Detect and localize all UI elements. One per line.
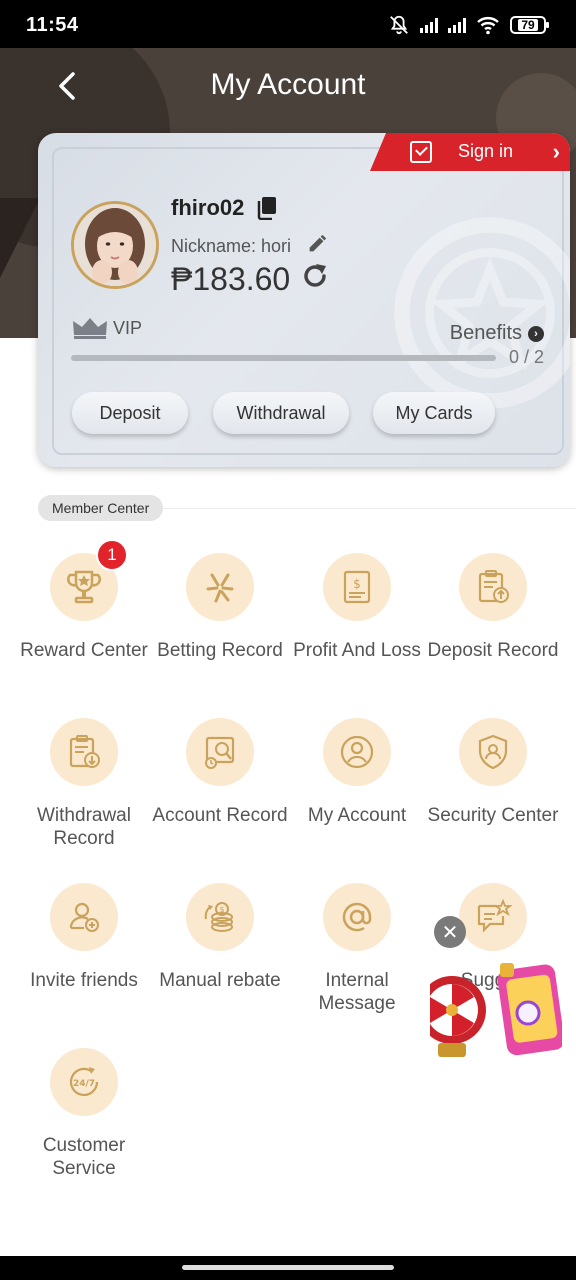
sign-in-button[interactable]: Sign in › xyxy=(370,133,570,171)
at-icon xyxy=(342,902,372,932)
sign-in-label: Sign in xyxy=(458,141,514,161)
customer-service-item[interactable]: 24/7 Customer Service xyxy=(14,1048,154,1180)
betting-record-item[interactable]: Betting Record xyxy=(150,553,290,662)
withdrawal-record-label: Withdrawal Record xyxy=(37,805,131,849)
status-bar: 11:54 79 xyxy=(0,0,576,48)
crown-icon xyxy=(73,318,107,339)
account-record-item[interactable]: Account Record xyxy=(150,718,290,827)
balance-amount: ₱183.60 xyxy=(171,261,291,297)
notification-badge: 1 xyxy=(96,539,128,571)
profit-and-loss-label: Profit And Loss xyxy=(293,640,421,661)
internal-message-label: Internal Message xyxy=(318,970,396,1014)
nickname: Nickname: hori xyxy=(171,236,292,256)
chevron-right-circle-icon: › xyxy=(528,325,544,342)
system-nav-bar xyxy=(0,1256,576,1280)
deposit-button[interactable]: Deposit xyxy=(72,392,188,434)
manual-rebate-item[interactable]: $ Manual rebate xyxy=(150,883,290,992)
vip-progress-text: 0 / 2 xyxy=(508,347,544,367)
document-icon: $ xyxy=(343,570,371,604)
promo-wheel-image[interactable] xyxy=(430,955,562,1065)
vip-level: VIP xyxy=(71,315,142,341)
deposit-record-item[interactable]: Deposit Record xyxy=(423,553,563,662)
benefits-label: Benefits xyxy=(449,322,522,344)
mute-icon xyxy=(390,15,408,35)
withdrawal-record-item[interactable]: Withdrawal Record xyxy=(14,718,154,850)
edit-pencil-icon[interactable] xyxy=(306,233,328,255)
my-account-item[interactable]: My Account xyxy=(287,718,427,827)
home-gesture-handle[interactable] xyxy=(182,1265,394,1270)
reward-center-item[interactable]: 1 Reward Center xyxy=(14,539,154,662)
member-center-title: Member Center xyxy=(38,495,164,521)
signal-icon xyxy=(448,17,466,33)
my-cards-button[interactable]: My Cards xyxy=(373,392,495,434)
customer-service-label: Customer Service xyxy=(42,1135,126,1179)
user-icon xyxy=(340,735,374,769)
chevron-right-icon: › xyxy=(552,139,560,164)
invite-friends-label: Invite friends xyxy=(30,970,138,991)
signal-icon xyxy=(420,17,438,33)
account-record-icon xyxy=(205,736,235,769)
internal-message-item[interactable]: Internal Message xyxy=(287,883,427,1015)
coins-icon: $ xyxy=(204,902,233,932)
refresh-icon[interactable] xyxy=(300,261,330,291)
security-center-item[interactable]: Security Center xyxy=(423,718,563,827)
benefits-link[interactable]: Benefits › xyxy=(450,322,544,345)
svg-text:$: $ xyxy=(219,905,224,914)
deposit-record-label: Deposit Record xyxy=(427,640,559,661)
battery-icon: 79 xyxy=(510,16,549,34)
wifi-icon xyxy=(477,17,499,35)
reward-center-label: Reward Center xyxy=(20,640,148,661)
profit-and-loss-item[interactable]: $ Profit And Loss xyxy=(287,553,427,662)
account-record-label: Account Record xyxy=(152,805,288,826)
status-icons: 79 xyxy=(388,14,549,36)
24-7-icon: 24/7 xyxy=(69,1067,99,1097)
avatar-image xyxy=(74,204,156,286)
security-center-label: Security Center xyxy=(427,805,559,826)
betting-record-label: Betting Record xyxy=(157,640,283,661)
status-time: 11:54 xyxy=(26,14,79,36)
invite-friends-item[interactable]: Invite friends xyxy=(14,883,154,992)
trophy-icon xyxy=(67,570,101,604)
deposit-record-icon xyxy=(478,570,509,603)
close-promo-button[interactable]: ✕ xyxy=(434,916,466,948)
suggestion-icon xyxy=(477,898,513,933)
withdrawal-button[interactable]: Withdrawal xyxy=(213,392,349,434)
vip-progress-bar xyxy=(71,355,496,361)
copy-icon[interactable] xyxy=(256,196,278,220)
my-account-label: My Account xyxy=(307,805,407,826)
account-card: Sign in › fhiro02 Nickname: hori ₱183.60… xyxy=(38,133,570,467)
calendar-check-icon xyxy=(410,141,432,163)
battery-level: 79 xyxy=(518,19,538,31)
page-title: My Account xyxy=(210,68,366,101)
avatar[interactable] xyxy=(71,201,159,289)
username: fhiro02 xyxy=(171,195,245,220)
withdrawal-record-icon xyxy=(69,735,100,768)
invite-icon xyxy=(69,902,99,932)
vip-label: VIP xyxy=(113,317,143,338)
svg-text:$: $ xyxy=(353,577,361,591)
betting-icon xyxy=(206,573,234,603)
manual-rebate-label: Manual rebate xyxy=(159,970,281,991)
shield-icon xyxy=(478,734,508,770)
svg-text:24/7: 24/7 xyxy=(73,1079,95,1089)
star-badge-watermark-icon xyxy=(394,217,570,409)
